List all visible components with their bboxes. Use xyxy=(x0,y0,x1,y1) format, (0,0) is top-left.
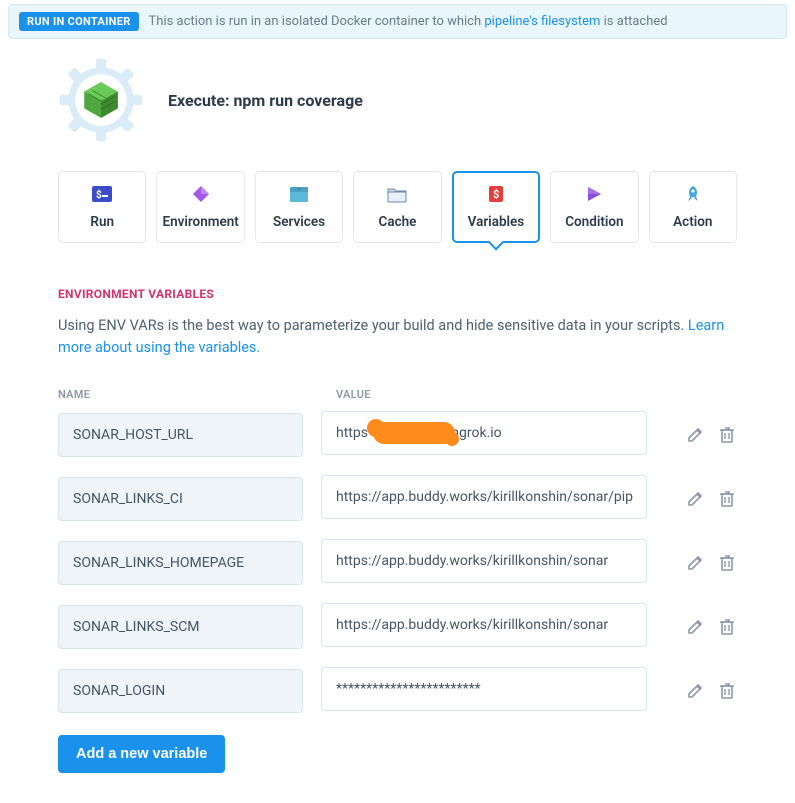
pipeline-filesystem-link[interactable]: pipeline's filesystem xyxy=(484,14,600,29)
tab-label: Run xyxy=(90,214,114,230)
desc-text: Using ENV VARs is the best way to parame… xyxy=(58,317,688,334)
col-header-value: VALUE xyxy=(336,388,662,401)
edit-icon[interactable] xyxy=(685,681,705,701)
trash-icon[interactable] xyxy=(717,553,737,573)
tab-label: Action xyxy=(673,214,712,230)
row-actions xyxy=(685,681,737,701)
variable-name-field[interactable]: SONAR_LINKS_SCM xyxy=(58,605,303,649)
box-icon xyxy=(288,184,310,204)
row-actions xyxy=(685,425,737,445)
edit-icon[interactable] xyxy=(685,617,705,637)
banner-text: This action is run in an isolated Docker… xyxy=(149,14,668,29)
tab-label: Condition xyxy=(565,214,623,230)
tab-variables[interactable]: $ Variables xyxy=(452,171,541,243)
tab-label: Services xyxy=(273,214,325,230)
variable-value-field[interactable] xyxy=(321,603,647,647)
banner-text-after: is attached xyxy=(600,14,667,29)
action-title: Execute: npm run coverage xyxy=(168,91,363,110)
tab-label: Environment xyxy=(162,214,238,230)
col-header-name: NAME xyxy=(58,388,318,401)
tab-label: Variables xyxy=(468,214,525,230)
tab-services[interactable]: Services xyxy=(255,171,343,243)
dollar-file-icon: $ xyxy=(485,184,507,204)
svg-text:$: $ xyxy=(493,188,499,201)
trash-icon[interactable] xyxy=(717,425,737,445)
section-description: Using ENV VARs is the best way to parame… xyxy=(58,315,737,360)
trash-icon[interactable] xyxy=(717,489,737,509)
variable-name-field[interactable]: SONAR_HOST_URL xyxy=(58,413,303,457)
action-header: Execute: npm run coverage xyxy=(58,57,737,143)
row-actions xyxy=(685,489,737,509)
banner-text-before: This action is run in an isolated Docker… xyxy=(149,14,485,29)
variable-name-field[interactable]: SONAR_LOGIN xyxy=(58,669,303,713)
variable-row: SONAR_LINKS_SCM xyxy=(58,603,737,651)
tab-action[interactable]: Action xyxy=(649,171,737,243)
edit-icon[interactable] xyxy=(685,489,705,509)
svg-text:$: $ xyxy=(96,188,102,201)
section-heading: ENVIRONMENT VARIABLES xyxy=(58,287,737,301)
edit-icon[interactable] xyxy=(685,553,705,573)
variable-row: SONAR_LINKS_HOMEPAGE xyxy=(58,539,737,587)
terminal-icon: $ xyxy=(91,184,113,204)
tab-environment[interactable]: Environment xyxy=(156,171,244,243)
tab-label: Cache xyxy=(379,214,417,230)
node-cube-icon xyxy=(80,79,122,121)
add-variable-button[interactable]: Add a new variable xyxy=(58,735,225,773)
action-icon-wrap xyxy=(58,57,144,143)
variable-row: SONAR_LINKS_CI xyxy=(58,475,737,523)
row-actions xyxy=(685,617,737,637)
variable-row: SONAR_HOST_URL xyxy=(58,411,737,459)
variable-value-field[interactable] xyxy=(321,411,647,455)
trash-icon[interactable] xyxy=(717,681,737,701)
variable-row: SONAR_LOGIN xyxy=(58,667,737,715)
tabs-nav: $ Run Environment Services Cache $ xyxy=(58,171,737,243)
folder-icon xyxy=(386,184,408,204)
variable-value-field[interactable] xyxy=(321,475,647,519)
banner-badge: RUN IN CONTAINER xyxy=(19,12,139,31)
edit-icon[interactable] xyxy=(685,425,705,445)
diamond-icon xyxy=(190,184,212,204)
variable-value-field[interactable] xyxy=(321,667,647,711)
variable-name-field[interactable]: SONAR_LINKS_HOMEPAGE xyxy=(58,541,303,585)
play-icon xyxy=(583,184,605,204)
container-banner: RUN IN CONTAINER This action is run in a… xyxy=(8,4,787,39)
tab-run[interactable]: $ Run xyxy=(58,171,146,243)
variable-value-field[interactable] xyxy=(321,539,647,583)
row-actions xyxy=(685,553,737,573)
trash-icon[interactable] xyxy=(717,617,737,637)
variables-table-body: SONAR_HOST_URL SONAR_LINKS_CI SONAR_LINKS_… xyxy=(58,411,737,715)
tab-condition[interactable]: Condition xyxy=(550,171,638,243)
tab-cache[interactable]: Cache xyxy=(353,171,441,243)
rocket-icon xyxy=(682,184,704,204)
variable-name-field[interactable]: SONAR_LINKS_CI xyxy=(58,477,303,521)
variables-table-header: NAME VALUE xyxy=(58,388,737,401)
